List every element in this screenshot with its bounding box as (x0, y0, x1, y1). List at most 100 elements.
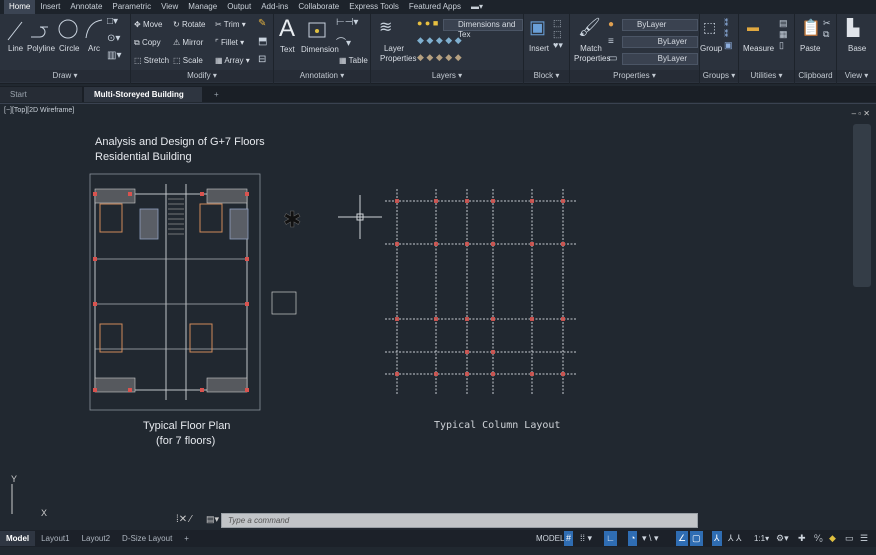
plan-walls (94, 193, 248, 391)
clipboard-panel-title[interactable]: Clipboard (795, 70, 836, 82)
plan-column (245, 192, 249, 196)
rotate-label: Rotate (181, 20, 206, 29)
workspace-gear-icon[interactable]: ⚙▾ (776, 531, 789, 546)
new-tab-button[interactable]: + (204, 87, 229, 102)
linetype-dropdown[interactable]: ByLayer (622, 36, 698, 48)
paste-button[interactable]: Paste (800, 44, 820, 53)
color-dropdown[interactable]: ByLayer (622, 19, 698, 31)
arc-button[interactable]: Arc (88, 44, 100, 53)
layout-tab-layout2[interactable]: Layout2 (76, 531, 116, 546)
ortho-toggle[interactable]: ∟ (604, 531, 617, 546)
polyline-button[interactable]: Polyline (27, 44, 55, 53)
dimension-button[interactable]: Dimension (301, 45, 339, 54)
rotate-button[interactable]: ↻ Rotate (173, 20, 206, 29)
group-tools-icons[interactable]: ⁑ ⁑ ▣ (724, 18, 733, 51)
utilities-panel-title[interactable]: Utilities ▾ (739, 70, 794, 82)
create-block-icon[interactable]: ⬚ ⬚ ♥▾ (553, 18, 563, 51)
block-panel-title[interactable]: Block ▾ (524, 70, 569, 82)
annotation-panel-title[interactable]: Annotation ▾ (274, 70, 370, 82)
copy-button[interactable]: ⧉ Copy (134, 38, 161, 48)
ribbon-tab-annotate[interactable]: Annotate (65, 0, 107, 14)
tab-start[interactable]: Start (0, 87, 82, 102)
add-layout-button[interactable]: + (178, 531, 195, 546)
ribbon-tab-view[interactable]: View (156, 0, 183, 14)
quick-access-toggle[interactable]: ▬▾ (466, 0, 488, 14)
lineweight-dropdown[interactable]: ByLayer (622, 53, 698, 65)
model-space-toggle[interactable]: MODEL (536, 531, 564, 546)
copy-clip-icons[interactable]: ✂ ⧉ (823, 18, 831, 40)
layer-properties-button[interactable]: Layer Properties (380, 44, 416, 64)
move-button[interactable]: ✥ Move (134, 20, 163, 29)
leader-icon[interactable]: ⌒▾ (336, 34, 351, 49)
command-history-icon[interactable]: ▤▾ (206, 514, 219, 525)
scale-button[interactable]: ⬚ Scale (173, 56, 203, 65)
ribbon-tab-insert[interactable]: Insert (35, 0, 65, 14)
groups-panel-title[interactable]: Groups ▾ (700, 70, 738, 82)
layer-dropdown[interactable]: Dimensions and Tex (443, 19, 523, 39)
text-icon: A (279, 15, 296, 42)
measure-button[interactable]: Measure (743, 44, 774, 53)
match-properties-button[interactable]: Match Properties (574, 44, 610, 64)
layer-state-icons[interactable]: ● ● ■ (417, 18, 438, 28)
layer-tools-row2[interactable]: ◆ ◆ ◆ ◆ ◆ (417, 52, 462, 63)
hardware-acceleration-icon[interactable]: ◆ (829, 531, 836, 546)
annotation-visibility-toggle[interactable]: ⅄ (712, 531, 722, 546)
drawing-canvas[interactable]: [−][Top][2D Wireframe] – ▫ ✕ ✱ Analysis … (0, 103, 876, 518)
isodraft-toggle[interactable]: ▾ \ ▾ (642, 531, 659, 546)
ribbon-tab-express-tools[interactable]: Express Tools (344, 0, 404, 14)
linear-dim-icon[interactable]: ⊢⊣▾ (336, 17, 358, 28)
stretch-button[interactable]: ⬚ Stretch (134, 56, 169, 65)
table-button[interactable]: ▦ Table (339, 56, 368, 65)
explode-icon[interactable]: ⬒ (258, 36, 267, 47)
command-close-icon[interactable]: ⁞✕ ⁄ (176, 514, 192, 525)
clean-screen-icon[interactable]: ▭ (845, 531, 854, 546)
modify-panel-title[interactable]: Modify ▾ (131, 70, 273, 82)
erase-icon[interactable]: ✎ (258, 18, 266, 29)
layout-tab-model[interactable]: Model (0, 531, 36, 546)
base-button[interactable]: Base (848, 44, 866, 53)
circle-button[interactable]: Circle (59, 44, 79, 53)
ribbon-tab-home[interactable]: Home (4, 0, 36, 14)
insert-block-icon: ▣ (529, 17, 547, 37)
autoscale-toggle[interactable]: ⅄ ⅄ (728, 531, 742, 546)
hatch-icon[interactable]: ⊙▾ (107, 33, 120, 44)
insert-button[interactable]: Insert (529, 44, 549, 53)
fillet-button[interactable]: ⌜ Fillet ▾ (215, 38, 244, 47)
layout-tab-dsize[interactable]: D-Size Layout (116, 531, 178, 546)
offset-icon[interactable]: ⊟ (258, 54, 266, 65)
properties-panel-title[interactable]: Properties ▾ (570, 70, 699, 82)
layers-panel-title[interactable]: Layers ▾ (371, 70, 523, 82)
utility-tools-icons[interactable]: ▤ ▦ ▯ (779, 18, 788, 51)
ribbon-tab-manage[interactable]: Manage (183, 0, 222, 14)
line-button[interactable]: Line (8, 44, 23, 53)
command-input[interactable]: Type a command (221, 513, 698, 528)
polar-toggle[interactable]: ◔ (628, 531, 638, 546)
ribbon-tab-parametric[interactable]: Parametric (107, 0, 156, 14)
layer-tools-row1[interactable]: ◆ ◆ ◆ ◆ ◆ (417, 35, 462, 46)
array-button[interactable]: ▦ Array ▾ (215, 56, 250, 65)
ribbon-tab-add-ins[interactable]: Add-ins (256, 0, 293, 14)
trim-button[interactable]: ✂ Trim ▾ (215, 20, 246, 29)
layout-tab-layout1[interactable]: Layout1 (35, 531, 75, 546)
grid-toggle[interactable]: # (564, 531, 574, 546)
customization-menu-icon[interactable]: ☰ (860, 531, 868, 546)
ribbon-tab-collaborate[interactable]: Collaborate (293, 0, 344, 14)
view-panel-title[interactable]: View ▾ (837, 70, 876, 82)
gradient-icon[interactable]: ▥▾ (107, 50, 121, 61)
osnap-toggle[interactable]: ∠ (676, 531, 689, 546)
rectangle-icon[interactable]: □▾ (107, 16, 118, 27)
mirror-button[interactable]: ⚠ Mirror (173, 38, 203, 47)
layout-tab-bar: Model Layout1 Layout2 D-Size Layout + (0, 530, 876, 547)
tab-active-drawing[interactable]: Multi-Storeyed Building Plan* ✕ (84, 87, 202, 114)
snap-toggle[interactable]: ⁞⁞ ▾ (580, 531, 592, 546)
text-button[interactable]: Text (280, 45, 295, 54)
units-icon[interactable]: ⁰⁄₀ (814, 531, 823, 546)
draw-panel-title[interactable]: Draw ▾ (0, 70, 130, 82)
floor-plan-label: Typical Floor Plan (143, 420, 231, 432)
ribbon-tab-output[interactable]: Output (222, 0, 256, 14)
group-button[interactable]: Group (700, 44, 722, 53)
annotation-monitor-icon[interactable]: ✚ (798, 531, 806, 546)
annotation-scale[interactable]: 1:1▾ (754, 531, 769, 546)
otrack-toggle[interactable]: ▢ (690, 531, 703, 546)
ribbon-tab-featured-apps[interactable]: Featured Apps (404, 0, 466, 14)
